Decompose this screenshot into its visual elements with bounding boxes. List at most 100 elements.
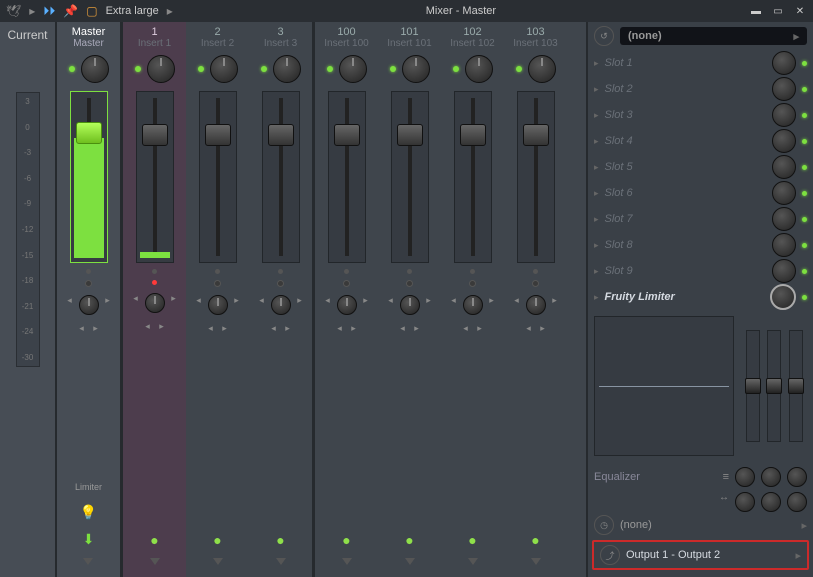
pan-knob[interactable] xyxy=(81,55,109,83)
input-icon[interactable]: ↺ xyxy=(594,26,614,46)
slot-mix-knob[interactable] xyxy=(772,77,796,101)
swap-channels[interactable]: ◂▸ xyxy=(206,323,230,333)
mute-led[interactable] xyxy=(261,66,267,72)
swap-channels[interactable]: ◂▸ xyxy=(398,323,422,333)
stereo-sep[interactable]: ◂▸ xyxy=(449,295,497,315)
fx-slot[interactable]: ▸Slot 6 xyxy=(588,180,813,206)
mute-led[interactable] xyxy=(327,66,333,72)
fx-dot[interactable] xyxy=(344,269,349,274)
fx-dot[interactable] xyxy=(152,269,157,274)
plugin-indicator-icon[interactable]: 💡 xyxy=(80,504,97,521)
fx-slot[interactable]: ▸Slot 9 xyxy=(588,258,813,284)
sep-knob[interactable] xyxy=(208,295,228,315)
plugin-indicator-icon[interactable]: ● xyxy=(405,532,413,548)
route-send-icon[interactable] xyxy=(468,558,478,565)
route-send-icon[interactable] xyxy=(276,558,286,565)
fx-slot[interactable]: ▸Slot 7 xyxy=(588,206,813,232)
fader[interactable] xyxy=(136,91,174,263)
channel-101[interactable]: 101 Insert 101 ◂▸ ◂▸ ● xyxy=(378,22,441,577)
slot-mix-knob[interactable] xyxy=(772,181,796,205)
plugin-indicator-icon[interactable]: ● xyxy=(150,532,158,548)
fader[interactable] xyxy=(328,91,366,263)
slot-mix-knob[interactable] xyxy=(772,51,796,75)
stereo-sep[interactable]: ◂▸ xyxy=(257,295,305,315)
pan-knob[interactable] xyxy=(402,55,430,83)
slot-mix-knob[interactable] xyxy=(772,207,796,231)
plugin-indicator-icon[interactable]: ● xyxy=(468,532,476,548)
link-icon[interactable]: ↔ xyxy=(719,492,729,512)
plugin-indicator-icon[interactable]: ● xyxy=(276,532,284,548)
record-dot[interactable] xyxy=(343,280,350,287)
slot-led[interactable] xyxy=(802,165,807,170)
slot-mix-knob[interactable] xyxy=(772,129,796,153)
channel-master[interactable]: Master Master ◂▸ ◂▸ Limiter 💡 ⬇ xyxy=(57,22,120,577)
swap-channels[interactable]: ◂▸ xyxy=(143,321,167,331)
sep-knob[interactable] xyxy=(400,295,420,315)
sep-knob[interactable] xyxy=(271,295,291,315)
slot-led[interactable] xyxy=(802,87,807,92)
menu-icon[interactable]: ≡ xyxy=(723,471,729,483)
record-dot[interactable] xyxy=(406,280,413,287)
pan-knob[interactable] xyxy=(465,55,493,83)
eq-slider-low[interactable] xyxy=(746,330,760,442)
audio-output-row[interactable]: ⤴ Output 1 - Output 2 ▸ xyxy=(592,540,809,570)
slot-led[interactable] xyxy=(802,113,807,118)
fader[interactable] xyxy=(199,91,237,263)
plugin-indicator-icon[interactable]: ● xyxy=(213,532,221,548)
slot-led[interactable] xyxy=(802,295,807,300)
fx-slot[interactable]: ▸Slot 4 xyxy=(588,128,813,154)
channel-100[interactable]: 100 Insert 100 ◂▸ ◂▸ ● xyxy=(315,22,378,577)
pin-icon[interactable]: 📌 xyxy=(63,4,78,18)
fader[interactable] xyxy=(70,91,108,263)
swap-channels[interactable]: ◂▸ xyxy=(524,323,548,333)
record-dot[interactable] xyxy=(85,280,92,287)
pan-knob[interactable] xyxy=(339,55,367,83)
record-dot[interactable] xyxy=(214,280,221,287)
eq-knob-4[interactable] xyxy=(735,492,755,512)
eq-knob-3[interactable] xyxy=(787,467,807,487)
stereo-sep[interactable]: ◂▸ xyxy=(386,295,434,315)
route-send-icon[interactable] xyxy=(83,558,93,565)
slot-mix-knob[interactable] xyxy=(772,259,796,283)
waveform-display[interactable] xyxy=(594,316,734,456)
eq-knob-1[interactable] xyxy=(735,467,755,487)
route-send-icon[interactable] xyxy=(531,558,541,565)
fx-slot[interactable]: ▸Slot 5 xyxy=(588,154,813,180)
fx-slot[interactable]: ▸Slot 8 xyxy=(588,232,813,258)
slot-led[interactable] xyxy=(802,139,807,144)
fx-dot[interactable] xyxy=(407,269,412,274)
preset-box-icon[interactable]: ▢ xyxy=(86,4,97,18)
fx-dot[interactable] xyxy=(215,269,220,274)
fader[interactable] xyxy=(517,91,555,263)
slot-led[interactable] xyxy=(802,191,807,196)
stereo-sep[interactable]: ◂▸ xyxy=(131,293,179,313)
route-send-icon[interactable] xyxy=(405,558,415,565)
route-send-icon[interactable] xyxy=(342,558,352,565)
plugin-indicator-icon[interactable]: ● xyxy=(342,532,350,548)
eq-slider-high[interactable] xyxy=(789,330,803,442)
slot-mix-knob[interactable] xyxy=(772,233,796,257)
close-button[interactable]: ✕ xyxy=(793,4,807,18)
fader[interactable] xyxy=(391,91,429,263)
input-plugin-row[interactable]: ↺ (none)▸ xyxy=(588,22,813,50)
route-send-icon[interactable] xyxy=(150,558,160,565)
forward-icon[interactable]: ⏵⏵ xyxy=(43,4,55,19)
fader[interactable] xyxy=(262,91,300,263)
record-dot[interactable] xyxy=(277,280,284,287)
fx-dot[interactable] xyxy=(470,269,475,274)
pan-knob[interactable] xyxy=(210,55,238,83)
sep-knob[interactable] xyxy=(145,293,165,313)
slot-led[interactable] xyxy=(802,217,807,222)
play-icon[interactable]: ▸ xyxy=(29,4,35,18)
swap-channels[interactable]: ◂▸ xyxy=(335,323,359,333)
record-dot[interactable] xyxy=(532,280,539,287)
swap-channels[interactable]: ◂▸ xyxy=(77,323,101,333)
mute-led[interactable] xyxy=(390,66,396,72)
fx-slot[interactable]: ▸Slot 1 xyxy=(588,50,813,76)
channel-103[interactable]: 103 Insert 103 ◂▸ ◂▸ ● xyxy=(504,22,567,577)
slot-mix-knob[interactable] xyxy=(772,103,796,127)
sep-knob[interactable] xyxy=(79,295,99,315)
slot-led[interactable] xyxy=(802,243,807,248)
stereo-sep[interactable]: ◂▸ xyxy=(512,295,560,315)
pan-knob[interactable] xyxy=(147,55,175,83)
